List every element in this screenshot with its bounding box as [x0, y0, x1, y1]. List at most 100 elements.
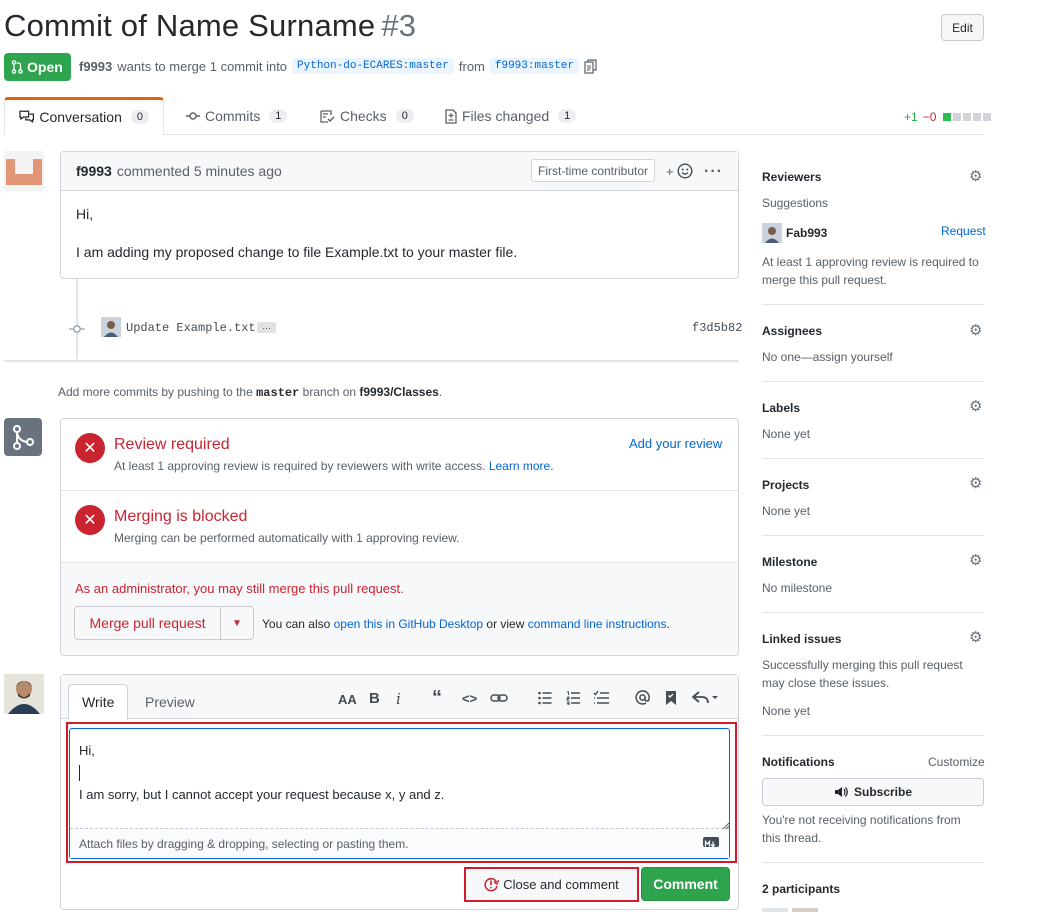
- task-list-icon[interactable]: [593, 690, 609, 708]
- comment-author[interactable]: f9993: [76, 163, 112, 179]
- commit-expand-button[interactable]: …: [257, 322, 276, 333]
- diffstat-additions: +1: [904, 110, 918, 124]
- merge-method-dropdown[interactable]: ▼: [221, 607, 253, 639]
- tab-files-changed[interactable]: Files changed 1: [431, 97, 590, 135]
- markdown-icon[interactable]: [703, 837, 719, 848]
- notifications-title: Notifications: [762, 755, 835, 769]
- pr-number: #3: [381, 8, 417, 43]
- review-required-text: At least 1 approving review is required …: [114, 459, 486, 473]
- commit-author-avatar[interactable]: [101, 317, 121, 340]
- merge-alt-text: or view: [486, 617, 525, 631]
- tab-preview[interactable]: Preview: [132, 684, 208, 720]
- admin-notice: As an administrator, you may still merge…: [75, 581, 404, 596]
- issue-closed-icon: [484, 877, 500, 892]
- gear-icon[interactable]: ⚙: [969, 397, 982, 415]
- checklist-icon: [320, 109, 335, 123]
- labels-title[interactable]: Labels: [762, 401, 800, 415]
- edit-button[interactable]: Edit: [941, 14, 984, 41]
- comment-line: Hi,: [76, 206, 94, 222]
- code-icon[interactable]: <>: [462, 691, 477, 706]
- gear-icon[interactable]: ⚙: [969, 167, 982, 185]
- current-user-avatar[interactable]: [4, 674, 44, 717]
- close-and-comment-label: Close and comment: [503, 877, 619, 892]
- push-hint-text: Add more commits by pushing to the: [58, 385, 253, 399]
- participants-title: 2 participants: [762, 882, 841, 896]
- projects-title[interactable]: Projects: [762, 478, 809, 492]
- more-options-icon[interactable]: ···: [704, 163, 723, 181]
- first-time-contributor-badge: First-time contributor: [531, 159, 656, 182]
- linked-issues-note: Successfully merging this pull request m…: [762, 658, 963, 690]
- gear-icon[interactable]: ⚙: [969, 321, 982, 339]
- linked-issues-title[interactable]: Linked issues: [762, 632, 841, 646]
- tab-counter: 1: [558, 109, 577, 123]
- merge-pull-request-button[interactable]: Merge pull request: [75, 607, 221, 639]
- git-commit-icon: [69, 322, 85, 337]
- linked-issues-value: None yet: [762, 704, 811, 718]
- commit-sha[interactable]: f3d5b82: [692, 321, 742, 335]
- milestone-title[interactable]: Milestone: [762, 555, 817, 569]
- participant-avatar[interactable]: [792, 908, 818, 912]
- add-your-review-link[interactable]: Add your review: [629, 436, 722, 451]
- milestone-value: No milestone: [762, 581, 833, 595]
- command-line-link[interactable]: command line instructions: [528, 617, 667, 631]
- customize-link[interactable]: Customize: [928, 753, 985, 771]
- reviewer-avatar[interactable]: [762, 223, 782, 246]
- push-hint-repo[interactable]: f9993/Classes: [359, 385, 438, 399]
- tab-label: Checks: [340, 108, 387, 124]
- sidebar-divider: [762, 381, 984, 382]
- gear-icon[interactable]: ⚙: [969, 628, 982, 646]
- close-and-comment-button[interactable]: Close and comment: [466, 869, 637, 900]
- copy-icon[interactable]: [584, 58, 597, 74]
- diffstat-block: [953, 113, 962, 121]
- attach-files-dropzone[interactable]: Attach files by dragging & dropping, sel…: [70, 828, 729, 858]
- reviewer-name[interactable]: Fab993: [786, 226, 827, 240]
- github-desktop-link[interactable]: open this in GitHub Desktop: [334, 617, 483, 631]
- status-badge: Open: [4, 53, 71, 81]
- head-branch[interactable]: f9993:master: [489, 58, 580, 74]
- bold-icon[interactable]: B: [369, 690, 380, 707]
- request-review-link[interactable]: Request: [941, 224, 986, 238]
- push-hint-text: .: [438, 385, 443, 399]
- gear-icon[interactable]: ⚙: [969, 551, 982, 569]
- text-size-icon[interactable]: AA: [338, 692, 357, 707]
- add-reaction-button[interactable]: +: [666, 163, 693, 179]
- assignees-value[interactable]: No one—assign yourself: [762, 348, 893, 366]
- comment-body: Hi, I am adding my proposed change to fi…: [61, 191, 738, 299]
- pull-request-icon: [11, 60, 23, 74]
- sidebar-divider: [762, 458, 984, 459]
- pr-author-link[interactable]: f9993: [79, 59, 112, 74]
- from-text: from: [458, 58, 485, 74]
- reference-icon[interactable]: [665, 690, 677, 709]
- reviewers-title[interactable]: Reviewers: [762, 170, 821, 184]
- commit-message[interactable]: Update Example.txt: [126, 321, 256, 335]
- tab-conversation[interactable]: Conversation 0: [4, 97, 164, 135]
- comment-discussion-icon: [19, 110, 35, 123]
- textarea-content[interactable]: Hi, I am sorry, but I cannot accept your…: [79, 740, 444, 806]
- comment-button[interactable]: Comment: [641, 867, 730, 901]
- participant-avatar[interactable]: [762, 908, 788, 912]
- file-diff-icon: [445, 108, 457, 124]
- avatar[interactable]: [4, 151, 44, 194]
- italic-icon[interactable]: i: [396, 690, 401, 708]
- link-icon[interactable]: [490, 692, 508, 707]
- tab-checks[interactable]: Checks 0: [306, 97, 428, 135]
- quote-icon[interactable]: “: [432, 687, 442, 710]
- gear-icon[interactable]: ⚙: [969, 474, 982, 492]
- page-title: Commit of Name Surname #3: [4, 8, 416, 44]
- push-hint: Add more commits by pushing to the maste…: [58, 385, 442, 400]
- merging-blocked-sub: Merging can be performed automatically w…: [114, 531, 460, 545]
- base-branch[interactable]: Python-do-ECARES:master: [292, 58, 454, 74]
- ordered-list-icon[interactable]: [566, 691, 580, 708]
- unordered-list-icon[interactable]: [538, 691, 552, 708]
- reply-icon[interactable]: [691, 690, 718, 708]
- tab-commits[interactable]: Commits 1: [172, 97, 301, 135]
- smiley-icon: [677, 163, 693, 179]
- diffstat-block: [973, 113, 982, 121]
- learn-more-link[interactable]: Learn more.: [489, 459, 554, 473]
- assignees-title[interactable]: Assignees: [762, 324, 822, 338]
- mention-icon[interactable]: [635, 690, 650, 708]
- tab-counter: 1: [269, 109, 288, 123]
- resize-handle-icon[interactable]: [722, 818, 730, 833]
- subscribe-button[interactable]: Subscribe: [762, 778, 984, 806]
- tab-write[interactable]: Write: [68, 684, 129, 720]
